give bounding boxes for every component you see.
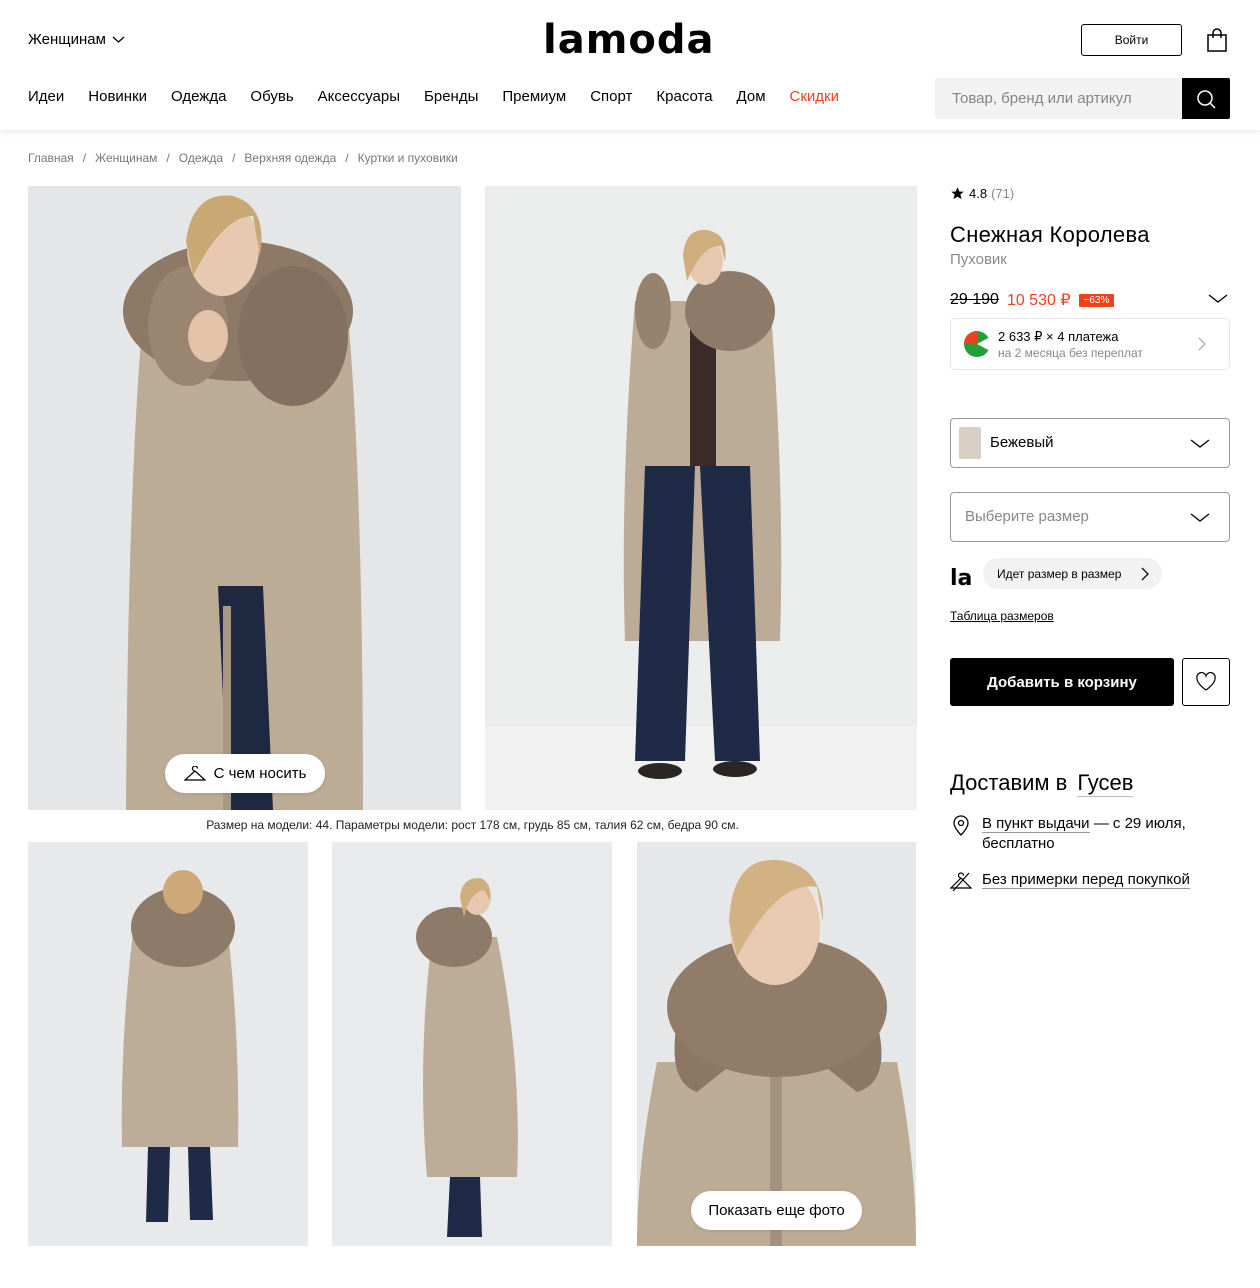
nav-item-sport[interactable]: Спорт [590,88,632,105]
installment-banner[interactable]: 2 633 ₽ × 4 платежа на 2 месяца без пере… [950,318,1230,370]
installment-terms: на 2 месяца без переплат [998,346,1143,360]
price-block: 29 190 10 530 ₽ −63% [950,290,1115,310]
fit-info-badge[interactable]: Идет размер в размер [983,558,1162,589]
product-photo-2-image [485,186,917,810]
product-photo-3[interactable] [28,842,308,1246]
cart-icon[interactable] [1205,27,1229,53]
product-photo-1-image [28,186,461,810]
breadcrumb-main[interactable]: Главная [28,151,74,165]
product-photo-5-image [637,842,916,1246]
model-size-caption: Размер на модели: 44. Параметры модели: … [206,818,739,832]
color-select-value: Бежевый [990,434,1054,451]
rating-value: 4.8 [969,186,988,201]
nav-item-sale[interactable]: Скидки [790,88,839,105]
product-photo-3-image [28,842,308,1246]
delivery-label: Доставим в [950,770,1068,795]
size-table-link[interactable]: Таблица размеров [950,609,1054,623]
nav-item-shoes[interactable]: Обувь [250,88,293,105]
main-nav: Идеи Новинки Одежда Обувь Аксессуары Бре… [28,88,863,105]
breadcrumb-clothes[interactable]: Одежда [179,151,223,165]
product-photo-5[interactable] [637,842,916,1246]
search-icon [1197,89,1216,109]
breadcrumb-separator: / [232,151,236,165]
fit-info-text: Идет размер в размер [997,566,1122,581]
search-input[interactable] [935,78,1182,119]
heart-icon [1196,672,1216,691]
outfit-button[interactable]: С чем носить [165,754,325,793]
split-logo-icon [964,331,991,357]
nav-item-clothes[interactable]: Одежда [171,88,226,105]
brand-name[interactable]: Снежная Королева [950,222,1150,248]
location-pin-icon [953,815,969,836]
search-bar [935,78,1230,119]
show-more-photos-label: Показать еще фото [708,1202,845,1219]
no-hanger-icon [950,872,972,892]
color-swatch [959,427,981,459]
nav-item-brands[interactable]: Бренды [424,88,478,105]
product-photo-4-image [332,842,612,1246]
logo[interactable]: lamoda [543,17,715,63]
chevron-down-icon [112,36,125,43]
star-icon [951,187,964,200]
chevron-right-icon [1141,567,1149,581]
breadcrumb-separator: / [345,151,349,165]
favorite-button[interactable] [1182,658,1230,706]
gender-label: Женщинам [28,31,106,48]
product-photo-4[interactable] [332,842,612,1246]
add-to-cart-button[interactable]: Добавить в корзину [950,658,1174,706]
nav-item-new[interactable]: Новинки [88,88,147,105]
nav-item-accessories[interactable]: Аксессуары [318,88,400,105]
no-fitting-row: Без примерки перед покупкой [950,870,1230,892]
breadcrumb-women[interactable]: Женщинам [95,151,157,165]
search-button[interactable] [1182,78,1230,119]
pickup-date: — с 29 июля, [1089,815,1186,832]
installment-amount: 2 633 ₽ × 4 платежа [998,329,1119,344]
no-fitting-link[interactable]: Без примерки перед покупкой [982,871,1190,889]
chevron-down-icon [1190,439,1210,448]
review-count: (71) [991,186,1015,201]
delivery-title: Доставим в Гусев [950,770,1134,797]
chevron-right-icon [1198,337,1206,351]
color-select[interactable]: Бежевый [950,418,1230,468]
nav-item-premium[interactable]: Премиум [502,88,566,105]
pickup-link[interactable]: В пункт выдачи [982,815,1090,833]
nav-item-ideas[interactable]: Идеи [28,88,64,105]
la-logo: la [950,566,973,591]
breadcrumb-outerwear[interactable]: Верхняя одежда [244,151,336,165]
gender-dropdown[interactable]: Женщинам [28,31,125,48]
site-header: Женщинам lamoda Войти Идеи Новинки Одежд… [0,0,1260,130]
hanger-icon [183,765,206,781]
product-photo-2[interactable] [485,186,917,810]
current-price: 10 530 ₽ [1006,292,1071,309]
chevron-down-icon[interactable] [1207,290,1229,306]
breadcrumb-jackets[interactable]: Куртки и пуховики [358,151,458,165]
pickup-row: В пункт выдачи — с 29 июля, бесплатно [950,814,1230,854]
size-select[interactable]: Выберите размер [950,492,1230,542]
nav-item-beauty[interactable]: Красота [656,88,712,105]
old-price: 29 190 [950,291,999,308]
chevron-down-icon [1190,513,1210,522]
breadcrumb-separator: / [82,151,87,165]
discount-badge: −63% [1078,293,1115,307]
login-button[interactable]: Войти [1081,24,1182,56]
product-type: Пуховик [950,251,1007,268]
nav-item-home[interactable]: Дом [737,88,766,105]
delivery-city-link[interactable]: Гусев [1077,770,1134,797]
breadcrumb: Главная / Женщинам / Одежда / Верхняя од… [28,151,458,165]
show-more-photos-button[interactable]: Показать еще фото [691,1191,862,1230]
pickup-price: бесплатно [982,835,1055,852]
product-photo-1[interactable] [28,186,461,810]
size-select-placeholder: Выберите размер [965,508,1089,525]
product-rating[interactable]: 4.8 (71) [950,186,1014,201]
breadcrumb-separator: / [166,151,170,165]
outfit-button-label: С чем носить [213,765,307,782]
